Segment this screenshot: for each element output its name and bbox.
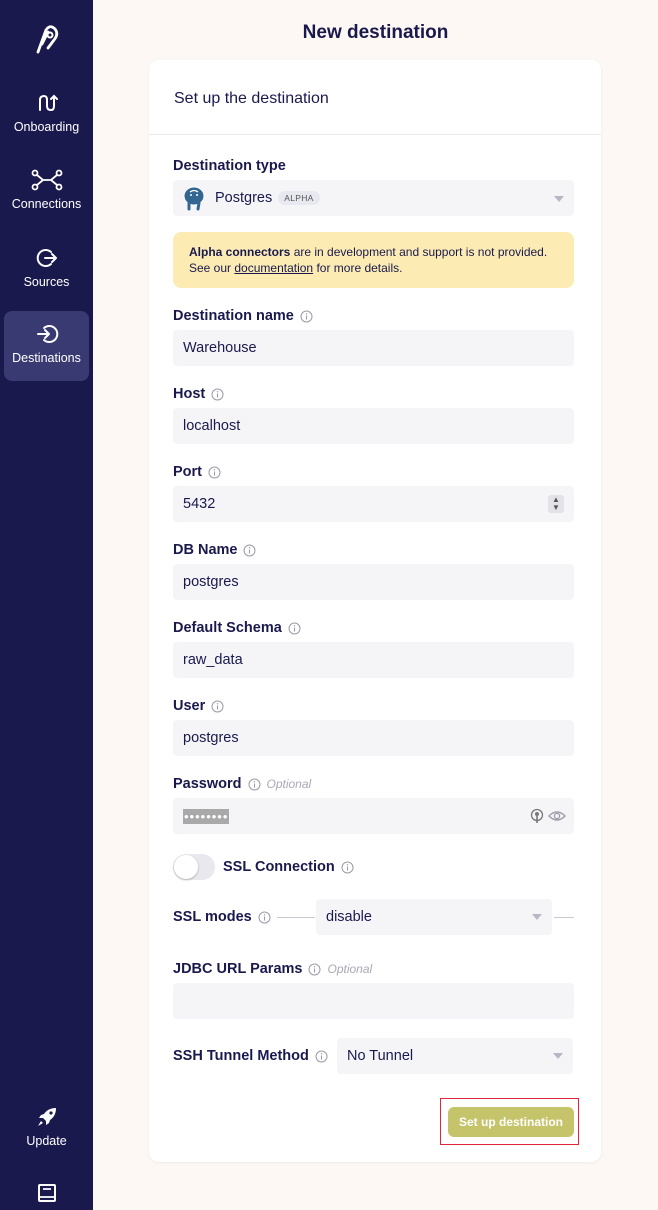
- default-schema-input[interactable]: raw_data: [173, 642, 574, 678]
- ssh-tunnel-method-label: SSH Tunnel Method: [173, 1048, 328, 1064]
- sidebar-item-onboarding[interactable]: Onboarding: [4, 80, 89, 150]
- set-up-destination-button[interactable]: Set up destination: [448, 1107, 574, 1137]
- ssl-modes-label-text: SSL modes: [173, 909, 252, 925]
- destination-form-card: Set up the destination Destination type …: [149, 60, 601, 1162]
- info-icon[interactable]: [243, 544, 256, 557]
- number-stepper[interactable]: ▲ ▼: [548, 495, 564, 513]
- optional-label: Optional: [266, 777, 312, 791]
- update-label: Update: [26, 1134, 67, 1148]
- info-icon[interactable]: [341, 861, 354, 874]
- host-input[interactable]: localhost: [173, 408, 574, 444]
- sidebar-item-label: Destinations: [12, 351, 81, 365]
- onboarding-icon: [38, 94, 58, 112]
- jdbc-url-params-label: JDBC URL Params Optional: [173, 961, 372, 977]
- jdbc-url-params-input[interactable]: [173, 983, 574, 1019]
- default-schema-label-text: Default Schema: [173, 620, 282, 636]
- destination-name-label: Destination name: [173, 308, 313, 324]
- page-title: New destination: [302, 22, 449, 43]
- ssl-connection-label: SSL Connection: [223, 859, 354, 875]
- submit-highlight: Set up destination: [440, 1098, 579, 1145]
- docs-icon[interactable]: [37, 1183, 57, 1203]
- destination-name-label-text: Destination name: [173, 308, 294, 324]
- info-icon[interactable]: [300, 310, 313, 323]
- default-schema-label: Default Schema: [173, 620, 301, 636]
- ssl-connection-toggle[interactable]: [173, 854, 215, 880]
- sidebar-item-connections[interactable]: Connections: [4, 157, 89, 227]
- sidebar-item-label: Sources: [23, 275, 70, 289]
- info-icon[interactable]: [211, 388, 224, 401]
- password-label-text: Password: [173, 776, 242, 792]
- ssl-connection-label-text: SSL Connection: [223, 859, 335, 875]
- notice-bold-text: Alpha connectors: [189, 245, 291, 259]
- port-label: Port: [173, 464, 221, 480]
- info-icon[interactable]: [258, 911, 271, 924]
- notice-text-end: for more details.: [313, 261, 403, 275]
- ssh-tunnel-method-label-text: SSH Tunnel Method: [173, 1048, 309, 1064]
- port-value: 5432: [183, 496, 216, 512]
- sidebar-item-sources[interactable]: Sources: [4, 235, 89, 305]
- ssl-modes-label: SSL modes: [173, 909, 271, 925]
- host-label-text: Host: [173, 386, 206, 402]
- info-icon[interactable]: [288, 622, 301, 635]
- destination-type-label-text: Destination type: [173, 158, 286, 174]
- port-input[interactable]: 5432 ▲ ▼: [173, 486, 574, 522]
- info-icon[interactable]: [208, 466, 221, 479]
- sidebar-item-label: Onboarding: [13, 120, 80, 134]
- ssl-modes-value: disable: [326, 909, 372, 925]
- password-value: ••••••••: [183, 808, 230, 824]
- destination-type-select[interactable]: Postgres ALPHA: [173, 180, 574, 216]
- user-label-text: User: [173, 698, 206, 714]
- alpha-badge: ALPHA: [278, 191, 320, 205]
- destination-type-label: Destination type: [173, 158, 286, 174]
- card-title: Set up the destination: [149, 60, 601, 135]
- destination-name-input[interactable]: Warehouse: [173, 330, 574, 366]
- optional-label: Optional: [327, 962, 373, 976]
- jdbc-url-params-label-text: JDBC URL Params: [173, 961, 303, 977]
- password-input[interactable]: ••••••••: [173, 798, 574, 834]
- db-name-label-text: DB Name: [173, 542, 238, 558]
- password-label: Password Optional: [173, 776, 311, 792]
- ssh-tunnel-method-value: No Tunnel: [347, 1048, 414, 1064]
- info-icon[interactable]: [315, 1050, 328, 1063]
- update-button[interactable]: Update: [4, 1094, 89, 1164]
- user-input[interactable]: postgres: [173, 720, 574, 756]
- ssh-tunnel-method-select[interactable]: No Tunnel: [337, 1038, 573, 1074]
- eye-icon[interactable]: [548, 809, 566, 823]
- alpha-notice: Alpha connectors are in development and …: [173, 232, 574, 288]
- sidebar-item-destinations[interactable]: Destinations: [4, 311, 89, 381]
- info-icon[interactable]: [211, 700, 224, 713]
- chevron-down-icon: [554, 196, 564, 202]
- user-label: User: [173, 698, 224, 714]
- documentation-link[interactable]: documentation: [234, 261, 313, 275]
- chevron-down-icon: [553, 1053, 563, 1059]
- host-label: Host: [173, 386, 224, 402]
- toggle-knob: [174, 855, 198, 879]
- sources-icon: [36, 249, 57, 267]
- sidebar-item-label: Connections: [11, 197, 82, 211]
- chevron-down-icon: [532, 914, 542, 920]
- destination-type-value: Postgres: [215, 190, 273, 206]
- password-manager-icon[interactable]: [530, 808, 544, 824]
- divider-line: [277, 917, 315, 918]
- port-label-text: Port: [173, 464, 202, 480]
- divider-line: [554, 917, 574, 918]
- db-name-label: DB Name: [173, 542, 256, 558]
- db-name-input[interactable]: postgres: [173, 564, 574, 600]
- connections-icon: [31, 169, 62, 191]
- info-icon[interactable]: [308, 963, 321, 976]
- sidebar: Onboarding Connections Sources Destinati…: [0, 0, 93, 1210]
- ssl-modes-select[interactable]: disable: [316, 899, 552, 935]
- postgres-icon: [183, 186, 205, 211]
- airbyte-logo-icon[interactable]: [28, 22, 64, 58]
- info-icon[interactable]: [248, 778, 261, 791]
- rocket-icon: [37, 1108, 56, 1126]
- destinations-icon: [36, 325, 58, 343]
